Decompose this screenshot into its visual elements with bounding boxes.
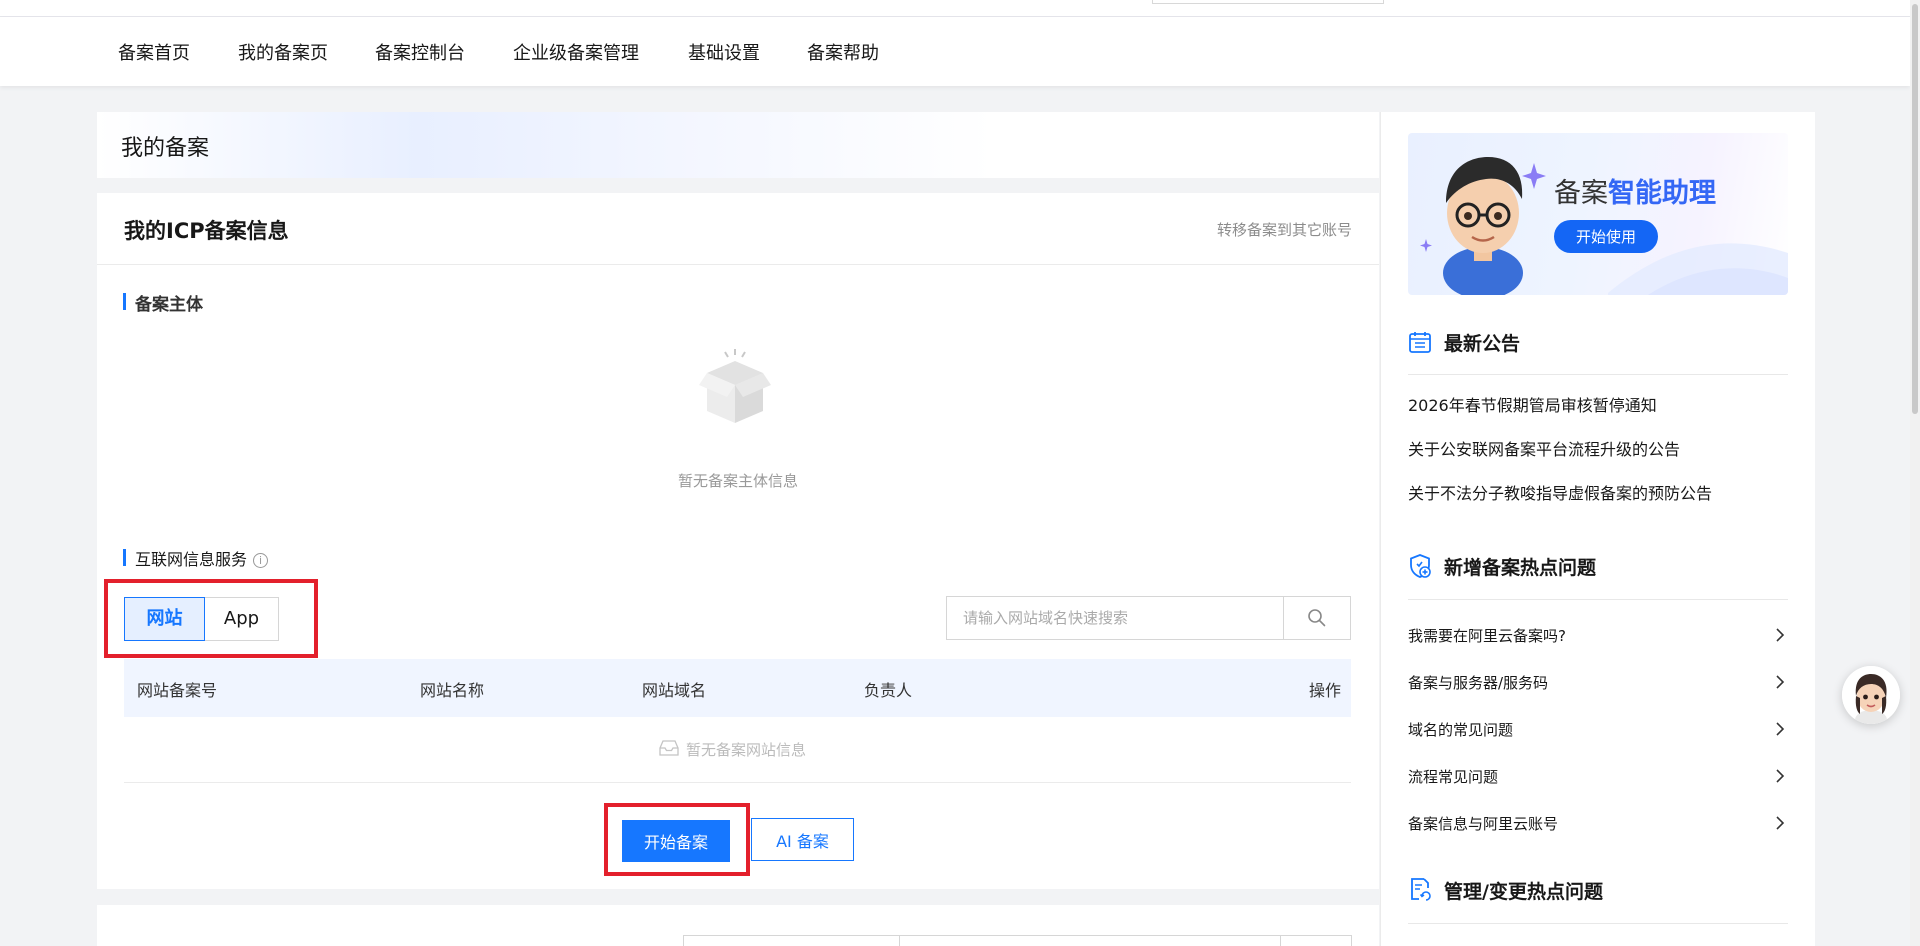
hot-new-title: 新增备案热点问题 xyxy=(1444,556,1597,579)
main-nav: 备案首页 我的备案页 备案控制台 企业级备案管理 基础设置 备案帮助 xyxy=(0,17,1910,86)
card-title: 我的ICP备案信息 xyxy=(124,219,289,243)
scrollbar-thumb[interactable] xyxy=(1912,4,1918,414)
top-search-box-edge[interactable] xyxy=(1152,0,1384,4)
highlight-box-tabs xyxy=(104,579,318,658)
top-bar xyxy=(0,0,1910,17)
divider xyxy=(1408,599,1788,600)
card-header: 我的ICP备案信息 转移备案到其它账号 xyxy=(97,193,1379,265)
nav-item-home[interactable]: 备案首页 xyxy=(118,39,190,65)
announcements-title: 最新公告 xyxy=(1444,332,1521,355)
section-title-subject-label: 备案主体 xyxy=(135,295,203,315)
table-header-cell: 网站域名 xyxy=(642,681,707,700)
banner-title-plain: 备案 xyxy=(1554,178,1608,209)
shield-icon xyxy=(1410,554,1431,578)
table-header-cell: 负责人 xyxy=(864,681,913,700)
faq-item-label: 域名的常见问题 xyxy=(1408,721,1514,739)
nav-item-console[interactable]: 备案控制台 xyxy=(375,39,465,65)
inbox-empty-icon xyxy=(659,740,679,756)
search-button[interactable] xyxy=(1283,597,1350,639)
faq-item-label: 备案信息与阿里云账号 xyxy=(1408,815,1559,833)
faq-item[interactable]: 备案信息与阿里云账号 xyxy=(1408,813,1788,837)
hot-new-header: 新增备案热点问题 xyxy=(1408,551,1596,581)
icp-info-card: 我的ICP备案信息 转移备案到其它账号 备案主体 暂无备案主体信息 互联网信息服… xyxy=(97,193,1379,889)
table-header-cell: 网站备案号 xyxy=(137,681,218,700)
divider xyxy=(1408,374,1788,375)
empty-box-icon xyxy=(699,349,771,423)
faq-item-label: 我需要在阿里云备案吗? xyxy=(1408,627,1566,645)
table-header-cell: 网站名称 xyxy=(420,681,485,700)
faq-item[interactable]: 我需要在阿里云备案吗? xyxy=(1408,625,1788,649)
faq-item-label: 流程常见问题 xyxy=(1408,768,1499,786)
announcements-header: 最新公告 xyxy=(1408,327,1520,357)
faq-item-label: 备案与服务器/服务码 xyxy=(1408,674,1549,692)
calendar-icon xyxy=(1409,332,1431,353)
next-card-field[interactable] xyxy=(683,935,900,946)
announcement-item[interactable]: 2026年春节假期管局审核暂停通知 xyxy=(1408,392,1657,416)
floating-assistant-button[interactable] xyxy=(1842,666,1900,724)
chevron-right-icon xyxy=(1776,628,1785,642)
assistant-face-icon xyxy=(1842,666,1900,724)
right-sidebar: 备案智能助理 开始使用 最新公告 2026年春节假期管局审核暂停通知 关于公安联… xyxy=(1380,112,1815,946)
banner-title: 备案智能助理 xyxy=(1554,171,1716,210)
next-card-field[interactable] xyxy=(1280,935,1352,946)
hot-change-header: 管理/变更热点问题 xyxy=(1408,875,1603,905)
page-title: 我的备案 xyxy=(121,136,210,161)
chevron-right-icon xyxy=(1776,675,1785,689)
next-card xyxy=(97,905,1379,946)
assistant-avatar-icon xyxy=(1420,157,1788,295)
table-empty-row: 暂无备案网站信息 xyxy=(124,717,1351,783)
announcement-item[interactable]: 关于公安联网备案平台流程升级的公告 xyxy=(1408,436,1680,460)
chevron-right-icon xyxy=(1776,816,1785,830)
announcement-item[interactable]: 关于不法分子教唆指导虚假备案的预防公告 xyxy=(1408,480,1712,504)
section-title-subject: 备案主体 xyxy=(123,290,203,315)
nav-item-enterprise[interactable]: 企业级备案管理 xyxy=(513,39,639,65)
domain-search-input[interactable] xyxy=(947,597,1283,639)
assistant-banner[interactable]: 备案智能助理 开始使用 xyxy=(1408,133,1788,295)
table-empty-text: 暂无备案网站信息 xyxy=(686,741,807,759)
table-header: 网站备案号 网站名称 网站域名 负责人 操作 xyxy=(124,659,1351,717)
nav-item-settings[interactable]: 基础设置 xyxy=(688,39,760,65)
domain-search xyxy=(946,596,1351,640)
start-using-button[interactable]: 开始使用 xyxy=(1554,220,1658,253)
faq-item[interactable]: 域名的常见问题 xyxy=(1408,719,1788,743)
ai-filing-button[interactable]: AI 备案 xyxy=(751,818,854,861)
section-title-internet-label: 互联网信息服务 xyxy=(135,550,248,569)
chevron-right-icon xyxy=(1776,769,1785,783)
highlight-box-start-button xyxy=(604,803,750,876)
subject-empty-text: 暂无备案主体信息 xyxy=(677,472,798,490)
transfer-filing-link[interactable]: 转移备案到其它账号 xyxy=(1217,219,1352,240)
page-header: 我的备案 xyxy=(97,112,1379,178)
next-card-field[interactable] xyxy=(900,935,1280,946)
faq-item[interactable]: 备案与服务器/服务码 xyxy=(1408,672,1788,696)
chevron-right-icon xyxy=(1776,722,1785,736)
page-scrollbar[interactable] xyxy=(1910,0,1920,946)
nav-item-help[interactable]: 备案帮助 xyxy=(807,39,879,65)
faq-item[interactable]: 流程常见问题 xyxy=(1408,766,1788,790)
info-icon[interactable]: i xyxy=(253,553,269,568)
divider xyxy=(1408,923,1788,924)
document-refresh-icon xyxy=(1411,878,1431,901)
table-header-cell: 操作 xyxy=(1308,681,1341,700)
nav-item-my-filing[interactable]: 我的备案页 xyxy=(238,39,328,65)
banner-title-highlight: 智能助理 xyxy=(1608,178,1716,209)
section-title-internet: 互联网信息服务 i xyxy=(123,546,269,570)
hot-change-title: 管理/变更热点问题 xyxy=(1444,880,1603,903)
search-icon xyxy=(1308,609,1326,627)
